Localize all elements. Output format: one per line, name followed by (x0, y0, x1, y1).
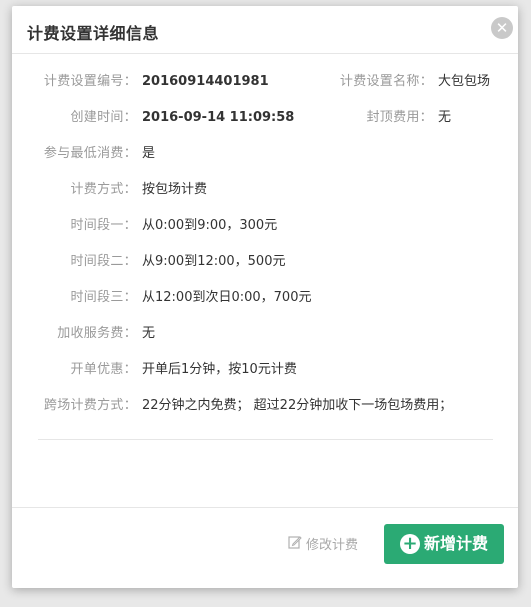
period1-value: 从0:00到9:00，300元 (142, 218, 278, 233)
edit-billing-button[interactable]: 修改计费 (288, 535, 358, 555)
billing-method-value: 按包场计费 (142, 182, 208, 197)
created-label-cell: 创建时间： (12, 108, 137, 128)
dialog-title: 计费设置详细信息 (27, 24, 160, 43)
edit-billing-label: 修改计费 (306, 538, 359, 553)
open-discount-value: 开单后1分钟，按10元计费 (142, 362, 297, 377)
period2-label: 时间段二： (70, 254, 137, 269)
close-button[interactable]: ✕ (491, 17, 513, 39)
edit-icon (288, 535, 302, 556)
billing-detail-dialog: 计费设置详细信息 ✕ 计费设置编号： 20160914401981 计费设置名称… (12, 6, 518, 588)
setting-name-label: 计费设置名称： (339, 74, 433, 89)
add-billing-button[interactable]: + 新增计费 (384, 524, 504, 564)
setting-id-value: 20160914401981 (142, 74, 269, 89)
add-billing-label: 新增计费 (424, 534, 489, 553)
period1-label: 时间段一： (70, 218, 137, 233)
open-discount-label-cell: 开单优惠： (12, 360, 137, 380)
setting-id-label: 计费设置编号： (43, 74, 137, 89)
setting-name-value: 大包包场 (438, 74, 491, 89)
cross-billing-label-cell: 跨场计费方式： (12, 396, 137, 416)
service-fee-label: 加收服务费： (57, 326, 137, 341)
billing-method-label-cell: 计费方式： (12, 180, 137, 200)
dialog-header: 计费设置详细信息 ✕ (12, 6, 518, 54)
cap-fee-label: 封顶费用： (366, 110, 433, 125)
period3-label: 时间段三： (70, 290, 137, 305)
service-fee-label-cell: 加收服务费： (12, 324, 137, 344)
min-consume-label-cell: 参与最低消费： (12, 144, 137, 164)
billing-method-label: 计费方式： (70, 182, 137, 197)
min-consume-value: 是 (142, 146, 156, 161)
setting-name-label-cell: 计费设置名称： (312, 72, 433, 92)
cap-fee-value: 无 (438, 110, 452, 125)
content-divider (38, 439, 493, 440)
period1-label-cell: 时间段一： (12, 216, 137, 236)
service-fee-value: 无 (142, 326, 156, 341)
period2-label-cell: 时间段二： (12, 252, 137, 272)
period3-label-cell: 时间段三： (12, 288, 137, 308)
close-icon: ✕ (495, 19, 509, 37)
cap-fee-label-cell: 封顶费用： (312, 108, 433, 128)
dialog-footer: 修改计费 + 新增计费 (12, 507, 518, 589)
period2-value: 从9:00到12:00，500元 (142, 254, 286, 269)
cross-billing-value: 22分钟之内免费； 超过22分钟加收下一场包场费用； (142, 398, 453, 413)
created-label: 创建时间： (70, 110, 137, 125)
open-discount-label: 开单优惠： (70, 362, 137, 377)
period3-value: 从12:00到次日0:00，700元 (142, 290, 312, 305)
created-value: 2016-09-14 11:09:58 (142, 110, 295, 125)
setting-id-label-cell: 计费设置编号： (12, 72, 137, 92)
plus-circle-icon: + (400, 534, 420, 554)
cross-billing-label: 跨场计费方式： (43, 398, 137, 413)
min-consume-label: 参与最低消费： (43, 146, 137, 161)
